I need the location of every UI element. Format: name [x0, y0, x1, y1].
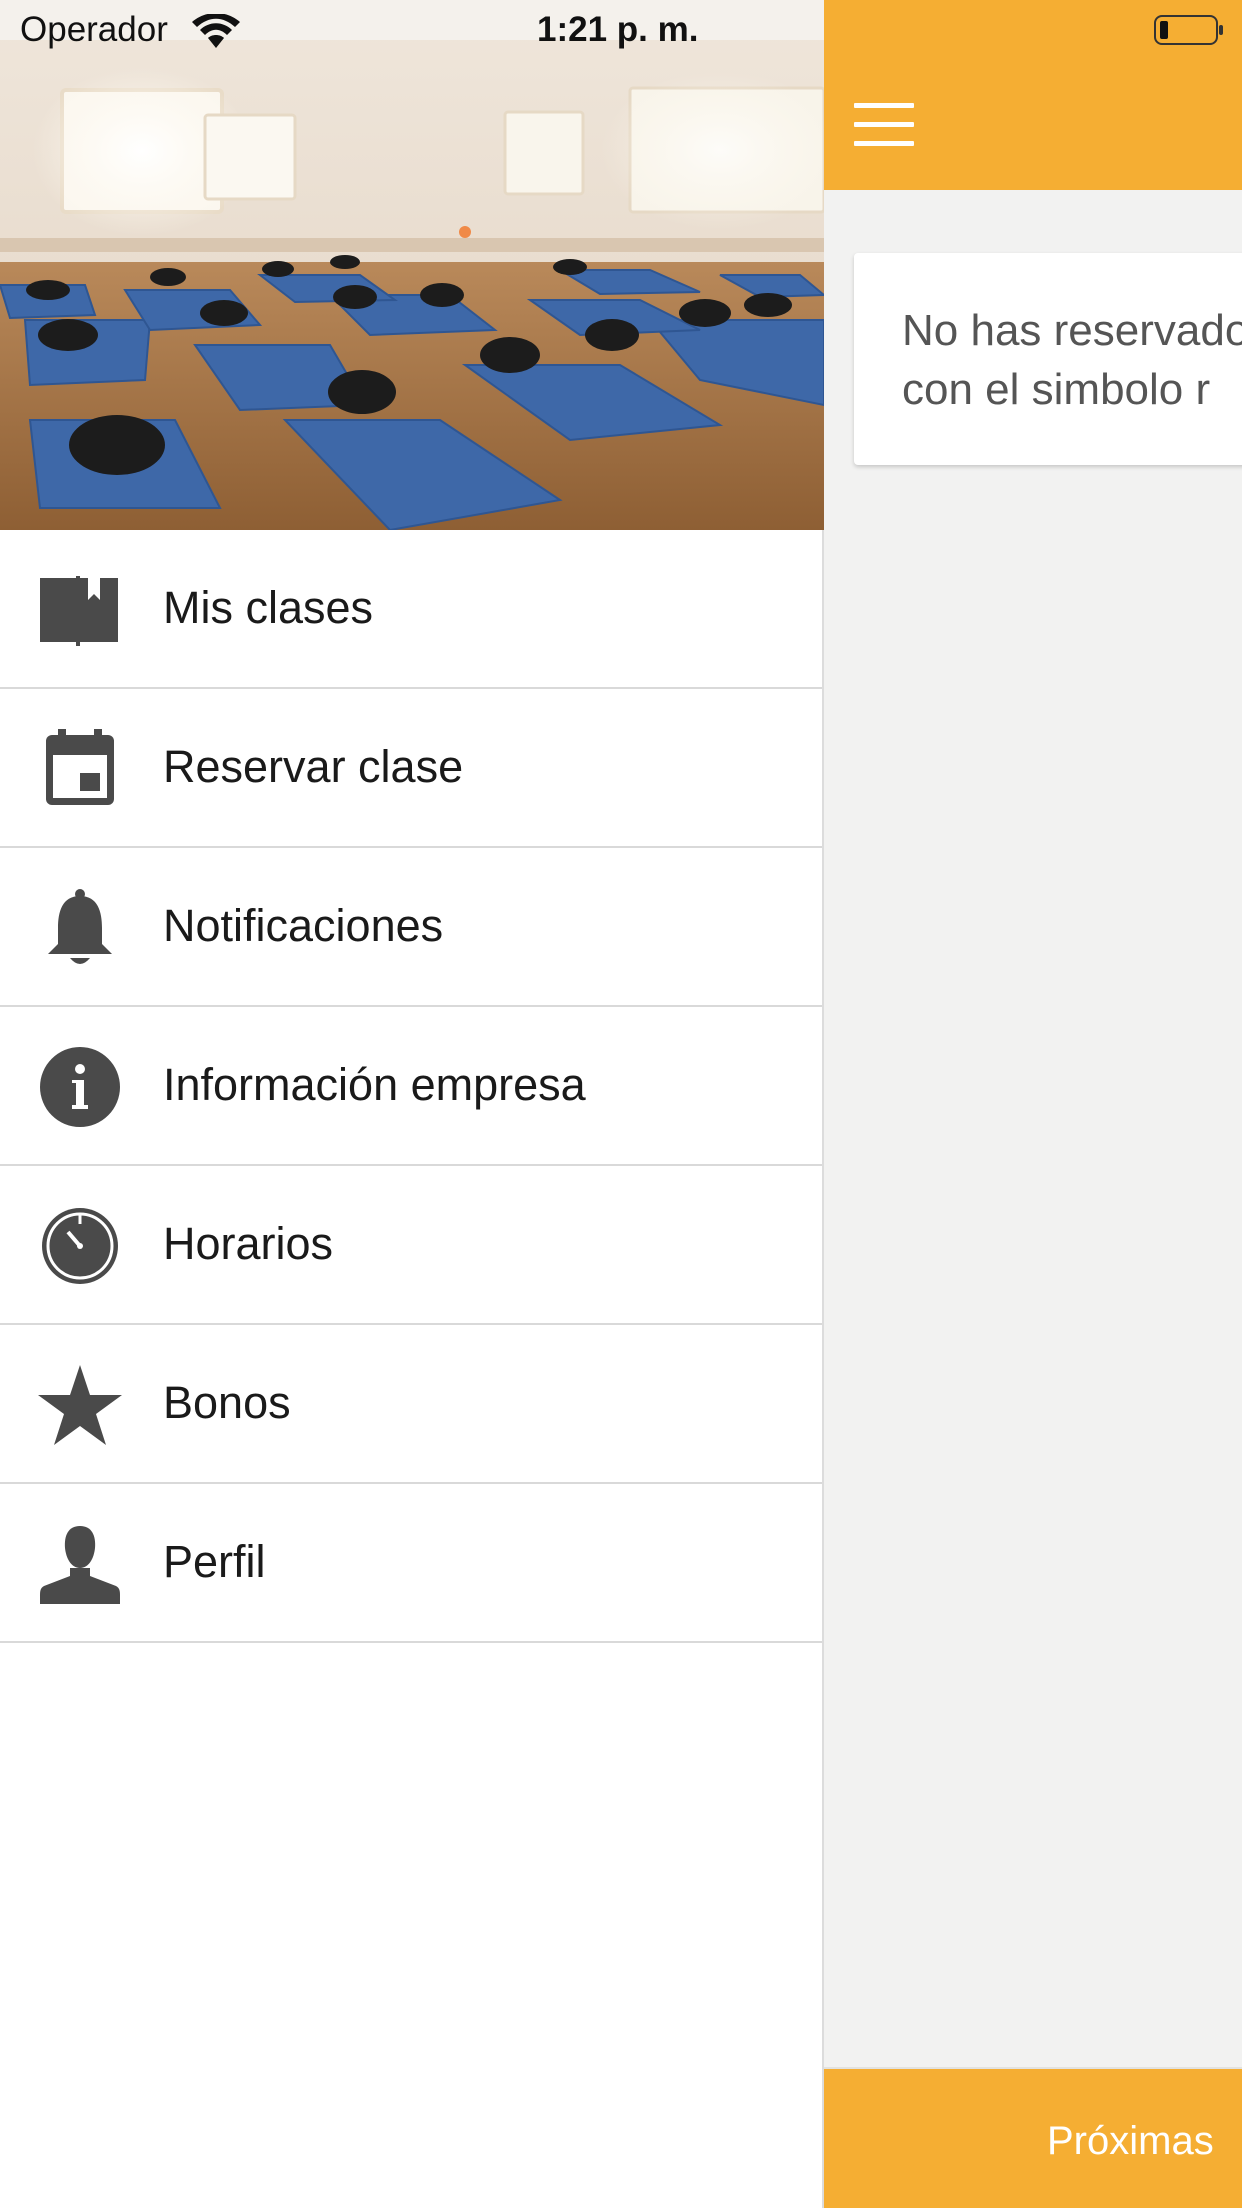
- menu-item-notificaciones[interactable]: Notificaciones: [0, 848, 822, 1007]
- battery-icon: [1154, 15, 1223, 45]
- calendar-icon: [38, 729, 122, 809]
- menu-item-label: Bonos: [163, 1377, 291, 1428]
- menu-item-label: Perfil: [163, 1536, 266, 1587]
- drawer-menu: Mis clases Reservar clase Notificaciones…: [0, 530, 822, 1643]
- navigation-drawer: Mis clases Reservar clase Notificaciones…: [0, 0, 824, 2208]
- menu-item-horarios[interactable]: Horarios: [0, 1166, 822, 1325]
- bottom-tab-bar: Próximas: [824, 2067, 1242, 2208]
- menu-item-label: Información empresa: [163, 1059, 586, 1110]
- menu-item-bonos[interactable]: Bonos: [0, 1325, 822, 1484]
- main-panel: No has reservado con el simbolo r Próxim…: [824, 0, 1242, 2208]
- empty-state-card: No has reservado con el simbolo r: [854, 253, 1242, 465]
- empty-state-message: No has reservado con el simbolo r: [902, 301, 1242, 419]
- tab-proximas[interactable]: Próximas: [1047, 2119, 1214, 2164]
- wifi-icon: [192, 13, 240, 53]
- menu-item-label: Notificaciones: [163, 900, 444, 951]
- person-icon: [38, 1524, 122, 1604]
- status-bar: Operador 1:21 p. m.: [0, 0, 1242, 64]
- menu-item-label: Horarios: [163, 1218, 334, 1269]
- bell-icon: [38, 888, 122, 968]
- empty-state-line-2: con el simbolo r: [902, 365, 1211, 414]
- menu-item-reservar-clase[interactable]: Reservar clase: [0, 689, 822, 848]
- menu-item-label: Mis clases: [163, 582, 374, 633]
- book-bookmark-icon: [38, 570, 122, 650]
- star-icon: [38, 1365, 122, 1445]
- menu-item-mis-clases[interactable]: Mis clases: [0, 530, 822, 689]
- carrier-name: Operador: [20, 10, 168, 49]
- status-time: 1:21 p. m.: [537, 10, 699, 49]
- empty-state-line-1: No has reservado: [902, 306, 1242, 355]
- menu-item-perfil[interactable]: Perfil: [0, 1484, 822, 1643]
- menu-item-label: Reservar clase: [163, 741, 464, 792]
- hamburger-menu-icon[interactable]: [854, 103, 914, 147]
- studio-header-image: [0, 0, 824, 530]
- info-icon: [38, 1047, 122, 1127]
- menu-item-informacion-empresa[interactable]: Información empresa: [0, 1007, 822, 1166]
- clock-icon: [38, 1206, 122, 1286]
